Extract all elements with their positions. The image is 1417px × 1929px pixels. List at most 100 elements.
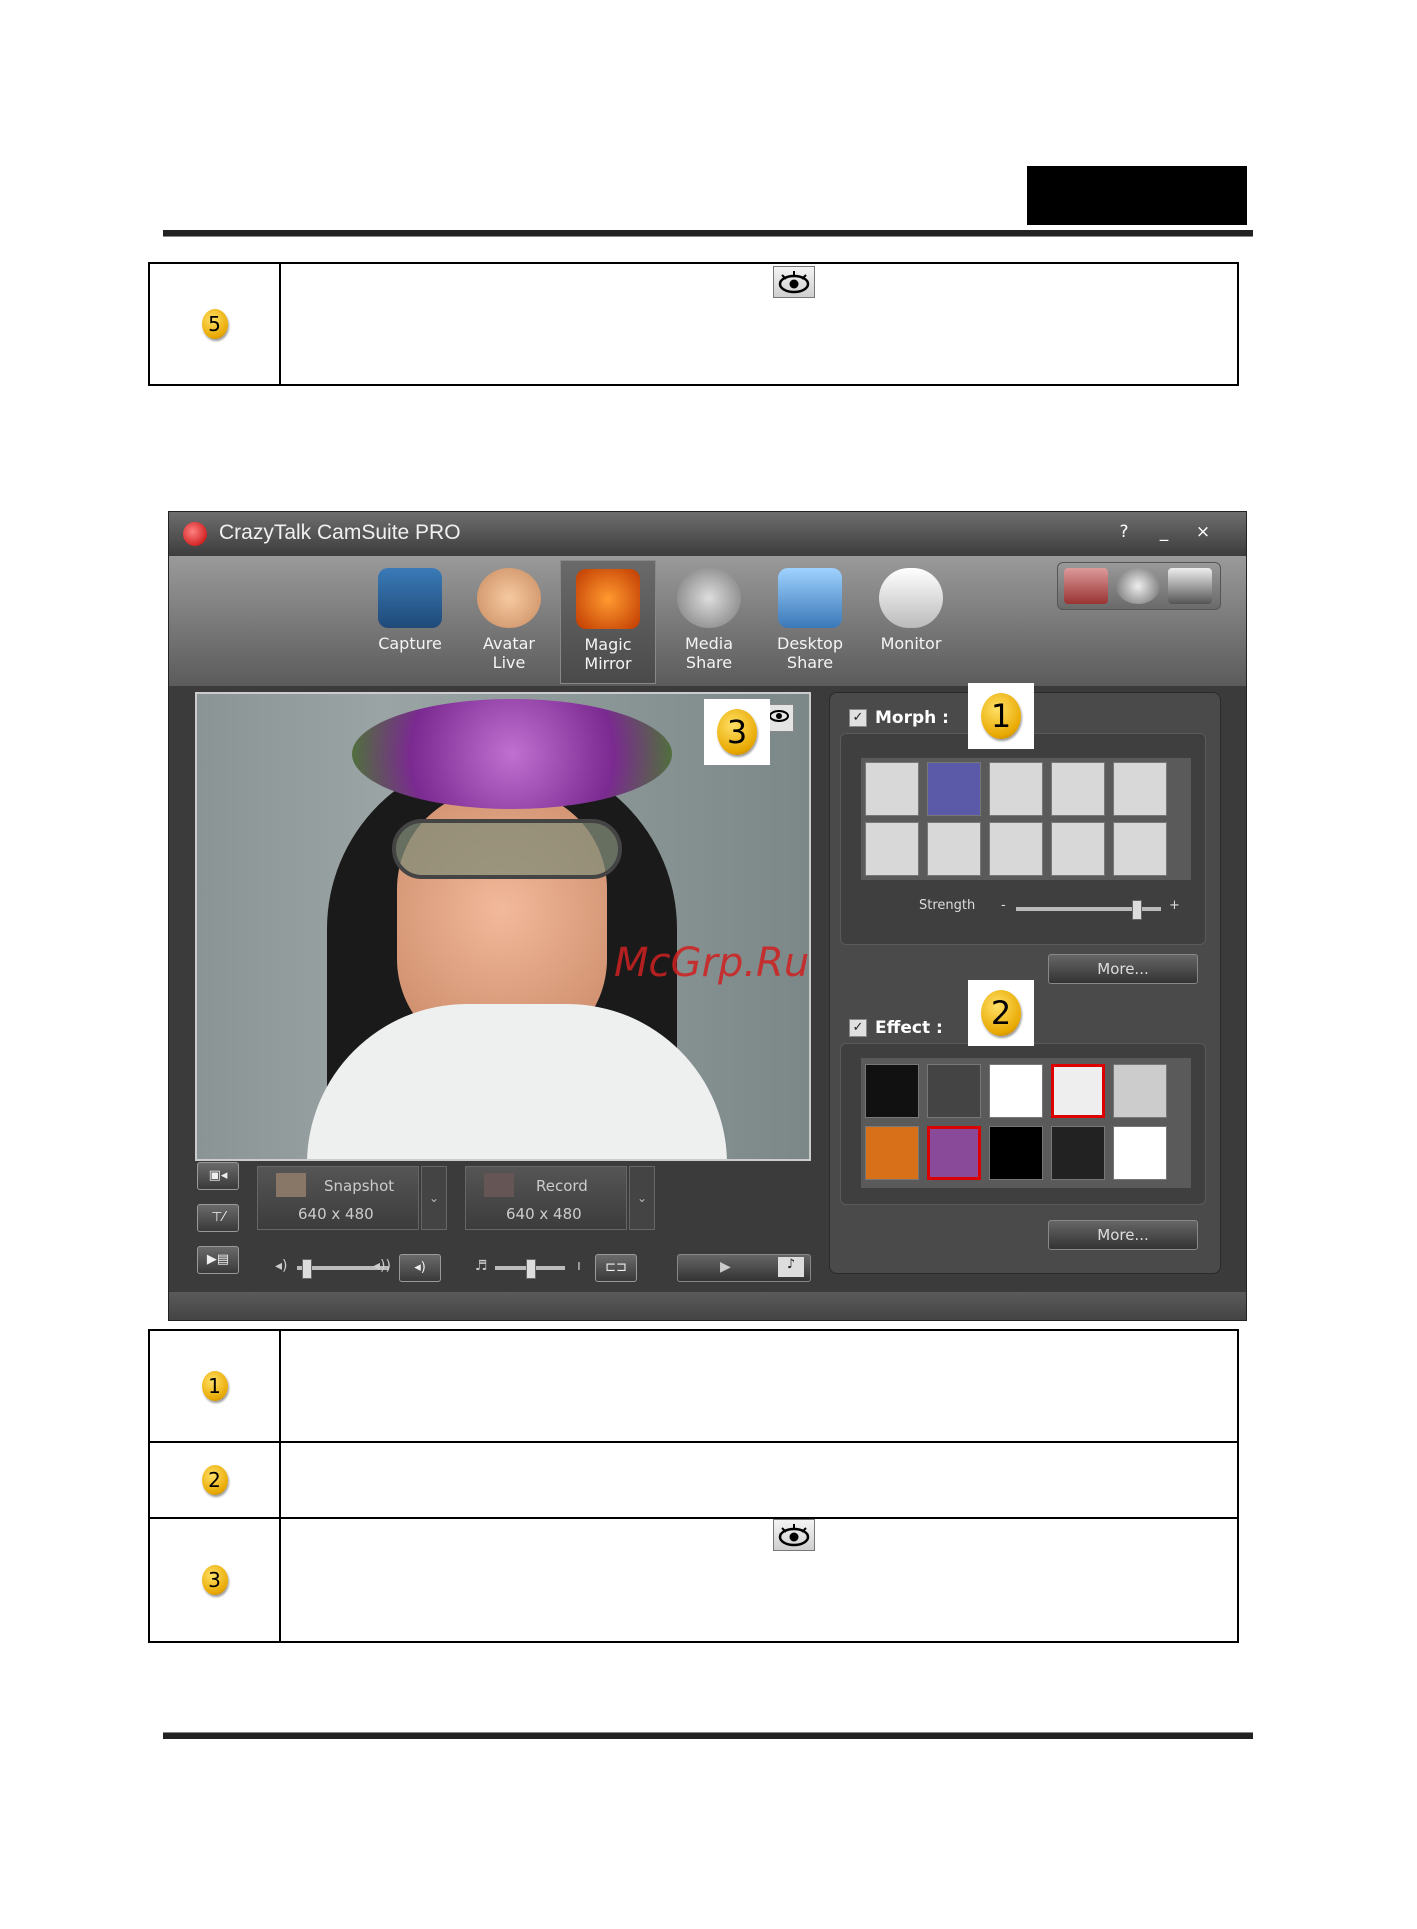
gear-icon[interactable] bbox=[1116, 568, 1160, 604]
note-number-cell: 5 bbox=[148, 262, 281, 386]
callout-1: 1 bbox=[968, 683, 1034, 749]
record-thumb-icon bbox=[484, 1173, 514, 1197]
title-bar: CrazyTalk CamSuite PRO ? _ × bbox=[169, 512, 1246, 556]
tab-capture[interactable]: Capture bbox=[362, 560, 458, 684]
strength-slider-knob[interactable] bbox=[1132, 900, 1142, 920]
volume-slider-knob[interactable] bbox=[302, 1259, 312, 1279]
help-button[interactable]: ? bbox=[1114, 522, 1134, 542]
snapshot-dropdown[interactable]: ⌄ bbox=[421, 1166, 447, 1230]
effect-thumb[interactable] bbox=[989, 1064, 1043, 1118]
morph-thumb[interactable] bbox=[1051, 762, 1105, 816]
effect-thumb[interactable] bbox=[1051, 1126, 1105, 1180]
video-preview: 3 bbox=[195, 692, 811, 1161]
eye-icon bbox=[773, 266, 815, 298]
effects-panel: ✓ Morph : Strength - + More... ✓ Effect … bbox=[829, 683, 1221, 1274]
number-badge: 3 bbox=[201, 1565, 228, 1595]
callout-badge: 1 bbox=[981, 693, 1021, 739]
music-icon: ♬ bbox=[475, 1258, 488, 1274]
note-number-cell: 2 bbox=[148, 1441, 281, 1519]
morph-thumb[interactable] bbox=[1051, 822, 1105, 876]
morph-thumb[interactable] bbox=[1113, 762, 1167, 816]
morph-thumb[interactable] bbox=[989, 762, 1043, 816]
microphone-icon: ı bbox=[577, 1258, 581, 1274]
effect-thumb[interactable] bbox=[1113, 1064, 1167, 1118]
play-icon[interactable]: ▶ bbox=[720, 1259, 731, 1275]
note-table-top: 5 bbox=[148, 262, 1239, 386]
camera-settings-icon[interactable] bbox=[1168, 568, 1212, 604]
effect-more-button[interactable]: More... bbox=[1048, 1220, 1198, 1250]
note-text-cell bbox=[279, 1441, 1239, 1519]
adjust-button[interactable]: ⊤⁄ bbox=[197, 1204, 239, 1232]
morph-thumb[interactable] bbox=[865, 762, 919, 816]
effect-thumb[interactable] bbox=[865, 1064, 919, 1118]
callout-badge: 2 bbox=[981, 990, 1021, 1036]
number-badge: 1 bbox=[201, 1371, 228, 1401]
tab-media-share[interactable]: Media Share bbox=[661, 560, 757, 684]
volume-high-icon: ◂)) bbox=[373, 1258, 391, 1274]
morph-thumb[interactable] bbox=[865, 822, 919, 876]
morph-thumb[interactable] bbox=[989, 822, 1043, 876]
effect-thumb-selected[interactable] bbox=[927, 1126, 981, 1180]
tab-label: Media Share bbox=[684, 634, 734, 672]
snapshot-thumb-icon bbox=[276, 1173, 306, 1197]
header-tab-block bbox=[1027, 166, 1247, 225]
close-button[interactable]: × bbox=[1193, 522, 1213, 542]
tab-avatar-live[interactable]: Avatar Live bbox=[461, 560, 557, 684]
effect-thumb[interactable] bbox=[989, 1126, 1043, 1180]
strength-label: Strength bbox=[919, 898, 976, 913]
tab-label: Desktop Share bbox=[777, 634, 843, 672]
tab-magic-mirror[interactable]: Magic Mirror bbox=[560, 560, 656, 684]
eye-icon bbox=[773, 1519, 815, 1551]
tab-label: Magic Mirror bbox=[584, 635, 632, 673]
minimize-button[interactable]: _ bbox=[1154, 522, 1174, 542]
film-reel-icon bbox=[677, 568, 741, 628]
callout-2: 2 bbox=[968, 980, 1034, 1046]
strength-minus: - bbox=[1001, 898, 1006, 913]
effect-thumbnail-grid bbox=[861, 1058, 1191, 1188]
record-dropdown[interactable]: ⌄ bbox=[629, 1166, 655, 1230]
note-table-bottom: 1 2 3 bbox=[148, 1329, 1239, 1643]
tab-monitor[interactable]: Monitor bbox=[863, 560, 959, 684]
effect-thumb-selected[interactable] bbox=[1051, 1064, 1105, 1118]
watermark: McGrp.Ru bbox=[614, 940, 810, 986]
effect-label: Effect : bbox=[875, 1018, 943, 1038]
status-bar bbox=[169, 1292, 1246, 1320]
snapshot-box[interactable]: Snapshot 640 x 480 bbox=[257, 1166, 419, 1230]
app-title: CrazyTalk CamSuite PRO bbox=[219, 521, 461, 544]
strength-plus: + bbox=[1169, 898, 1180, 913]
header-rule bbox=[163, 230, 1253, 237]
morph-more-button[interactable]: More... bbox=[1048, 954, 1198, 984]
record-box[interactable]: Record 640 x 480 bbox=[465, 1166, 627, 1230]
camera-source-button[interactable]: ▣◂ bbox=[197, 1162, 239, 1190]
morph-header: ✓ Morph : bbox=[849, 708, 949, 728]
morph-thumb[interactable] bbox=[927, 762, 981, 816]
morph-group: ✓ Morph : Strength - + bbox=[840, 708, 1206, 945]
morph-thumb[interactable] bbox=[1113, 822, 1167, 876]
overlay-button[interactable]: ▶▤ bbox=[197, 1246, 239, 1274]
record-size: 640 x 480 bbox=[506, 1205, 582, 1223]
number-badge: 2 bbox=[201, 1465, 228, 1495]
effect-thumb[interactable] bbox=[1113, 1126, 1167, 1180]
tab-desktop-share[interactable]: Desktop Share bbox=[762, 560, 858, 684]
morph-thumb[interactable] bbox=[927, 822, 981, 876]
media-file-icon[interactable]: ♪ bbox=[778, 1257, 804, 1277]
mic-slider-knob[interactable] bbox=[526, 1259, 536, 1279]
baby-face-icon bbox=[477, 568, 541, 628]
morph-thumbnail-grid bbox=[861, 758, 1191, 880]
no-zoom-icon[interactable] bbox=[1064, 568, 1108, 604]
security-camera-icon bbox=[879, 568, 943, 628]
effect-thumb[interactable] bbox=[927, 1064, 981, 1118]
app-logo-icon bbox=[183, 522, 207, 546]
effect-checkbox[interactable]: ✓ bbox=[849, 1019, 867, 1037]
morph-checkbox[interactable]: ✓ bbox=[849, 709, 867, 727]
screen-button[interactable]: ⊏⊐ bbox=[595, 1254, 637, 1282]
playback-bar[interactable]: ▶ ♪ bbox=[677, 1254, 811, 1282]
volume-low-icon: ◂) bbox=[275, 1258, 288, 1274]
effect-thumb[interactable] bbox=[865, 1126, 919, 1180]
tab-label: Capture bbox=[378, 634, 442, 653]
effect-header: ✓ Effect : bbox=[849, 1018, 943, 1038]
speaker-button[interactable]: ◂) bbox=[399, 1254, 441, 1282]
note-number-cell: 3 bbox=[148, 1517, 281, 1643]
note-text-cell bbox=[279, 1329, 1239, 1443]
monitors-icon bbox=[778, 568, 842, 628]
